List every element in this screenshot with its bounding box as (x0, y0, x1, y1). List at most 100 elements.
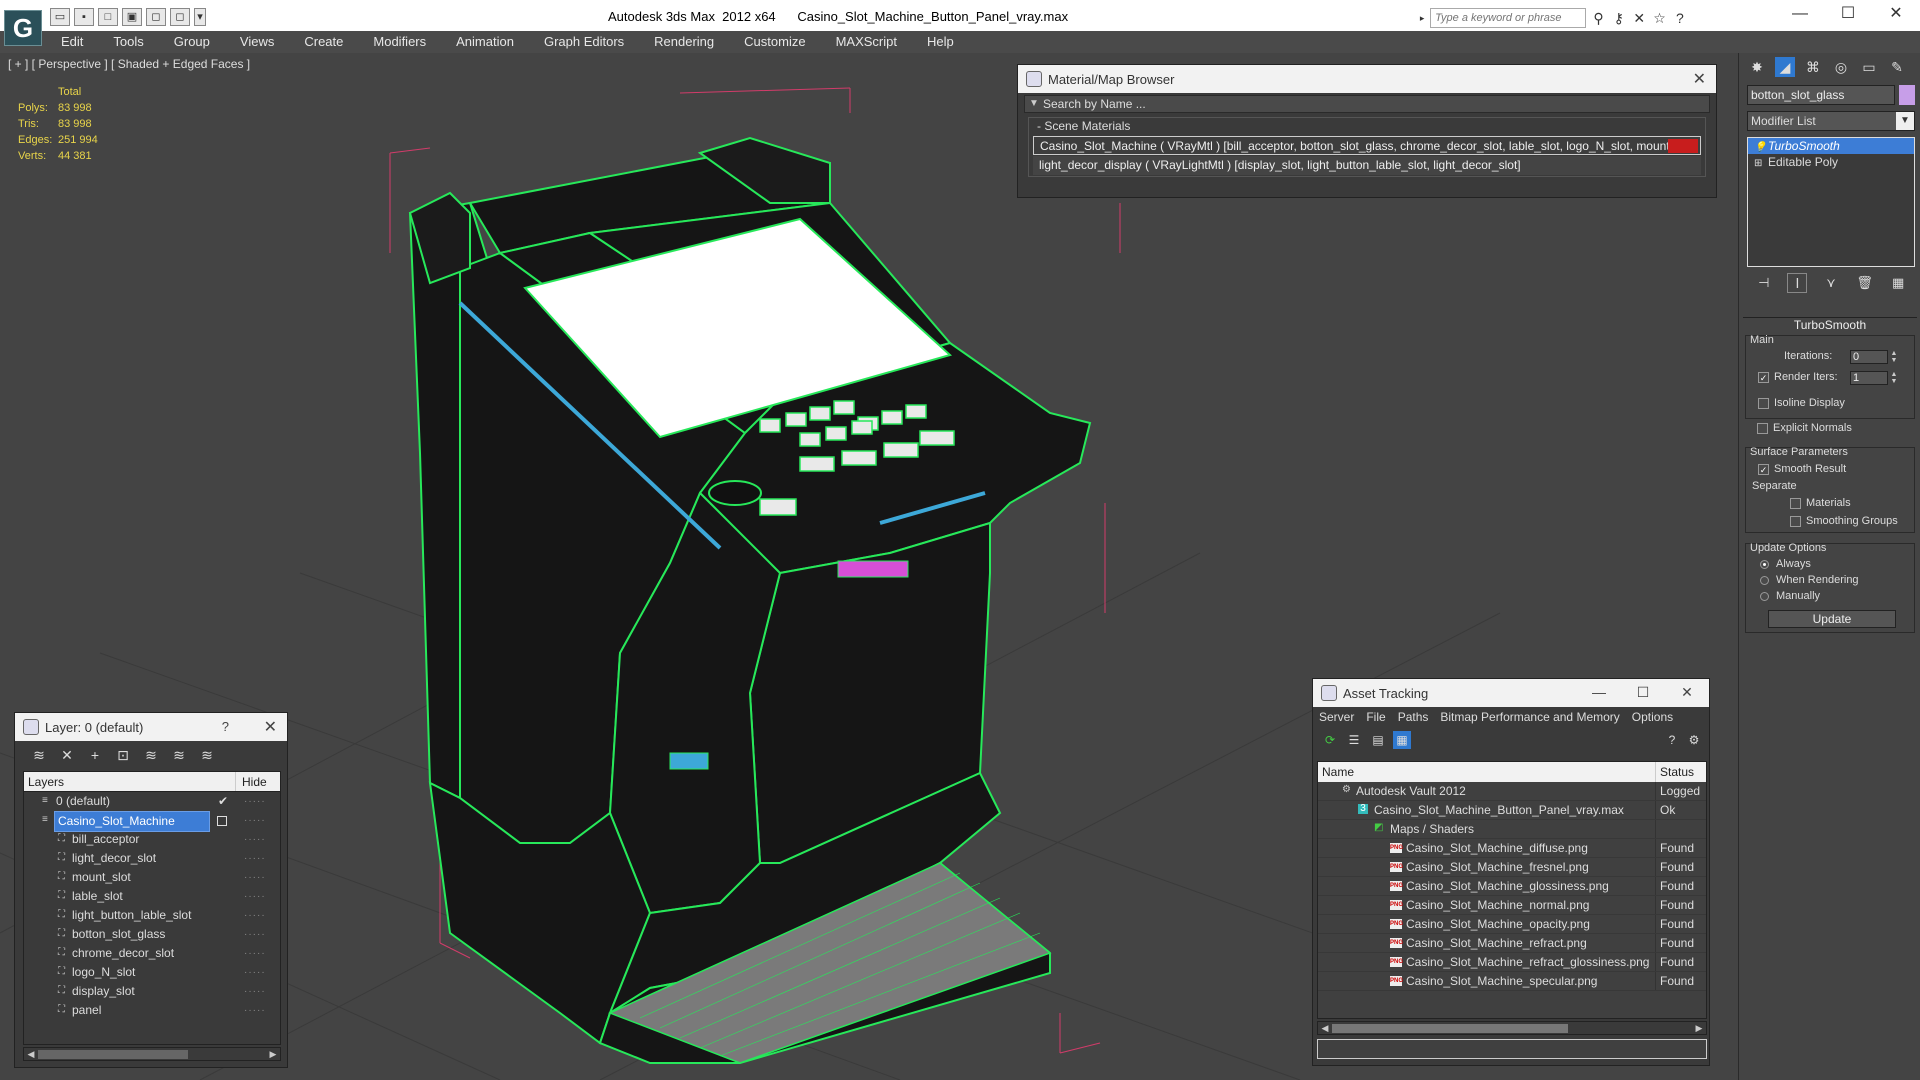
hide-toggle[interactable]: ····· (244, 982, 266, 1001)
stack-item-editable-poly[interactable]: ⊞ Editable Poly (1748, 154, 1914, 170)
redo-icon[interactable]: ◻ (170, 8, 190, 26)
modify-tab-icon[interactable]: ◢ (1775, 57, 1795, 77)
thumbnail-view-icon[interactable]: ▤ (1369, 731, 1387, 749)
menu-group[interactable]: Group (159, 31, 225, 53)
pin-stack-icon[interactable]: ⊣ (1754, 273, 1774, 293)
modifier-list-dropdown[interactable]: Modifier List ▼ (1747, 111, 1915, 131)
select-highlighted-icon[interactable]: ⊡ (113, 745, 133, 765)
layer-row[interactable]: ⛶ bill_acceptor ····· (24, 830, 280, 849)
hide-toggle[interactable]: ····· (244, 925, 266, 944)
manually-radio[interactable] (1760, 592, 1769, 601)
asset-row[interactable]: PNG Casino_Slot_Machine_refract.png Found (1318, 934, 1706, 953)
minimize-button[interactable]: — (1776, 0, 1824, 30)
update-button[interactable]: Update (1768, 610, 1896, 628)
scroll-left-icon[interactable]: ◀ (25, 1048, 37, 1060)
material-item[interactable]: light_decor_display ( VRayLightMtl ) [di… (1033, 156, 1701, 175)
key-icon[interactable]: ⚷ (1611, 8, 1627, 28)
new-icon[interactable]: □ (98, 8, 118, 26)
menu-create[interactable]: Create (289, 31, 358, 53)
asset-row[interactable]: PNG Casino_Slot_Machine_refract_glossines… (1318, 953, 1706, 972)
asset-tracking-titlebar[interactable]: Asset Tracking — ☐ ✕ (1313, 679, 1709, 707)
hide-toggle[interactable]: ····· (244, 944, 266, 963)
dropdown-arrow-icon[interactable]: ▾ (194, 8, 206, 26)
delete-layer-icon[interactable]: ✕ (57, 745, 77, 765)
table-view-icon[interactable]: ▦ (1393, 731, 1411, 749)
current-layer-check-icon[interactable]: ✔ (218, 792, 228, 811)
layer-row[interactable]: ⛶ light_button_lable_slot ····· (24, 906, 280, 925)
asset-row[interactable]: PNG Casino_Slot_Machine_normal.png Found (1318, 896, 1706, 915)
star-icon[interactable]: ☆ (1651, 8, 1667, 28)
scene-materials-header[interactable]: - Scene Materials (1029, 118, 1705, 135)
asset-menu-paths[interactable]: Paths (1398, 707, 1429, 727)
viewport-label[interactable]: [ + ] [ Perspective ] [ Shaded + Edged F… (8, 57, 250, 71)
remove-modifier-icon[interactable]: 🗑 (1855, 273, 1875, 293)
binoculars-icon[interactable]: ⚲ (1590, 8, 1606, 28)
menu-help[interactable]: Help (912, 31, 969, 53)
maximize-button[interactable]: ☐ (1621, 679, 1665, 707)
asset-row[interactable]: PNG Casino_Slot_Machine_glossiness.png Fo… (1318, 877, 1706, 896)
hide-toggle[interactable]: ····· (244, 887, 266, 906)
layer-row[interactable]: ⛶ botton_slot_glass ····· (24, 925, 280, 944)
asset-row[interactable]: 3 Casino_Slot_Machine_Button_Panel_vray.m… (1318, 801, 1706, 820)
show-end-result-icon[interactable]: Ⅰ (1787, 273, 1808, 293)
open-icon[interactable]: ▭ (50, 8, 70, 26)
hide-toggle[interactable]: ····· (244, 792, 266, 811)
app-logo-button[interactable]: G (4, 10, 42, 46)
materials-checkbox[interactable] (1790, 498, 1801, 509)
render-iters-spin-arrows-icon[interactable]: ▲ ▼ (1890, 371, 1898, 385)
asset-row[interactable]: ◩ Maps / Shaders (1318, 820, 1706, 839)
layer-row[interactable]: ≡ Casino_Slot_Machine ····· (24, 811, 280, 832)
help-icon[interactable]: ? (1663, 731, 1681, 749)
close-button[interactable]: ✕ (1872, 0, 1920, 30)
scroll-right-icon[interactable]: ▶ (267, 1048, 279, 1060)
explicit-normals-checkbox[interactable] (1757, 423, 1768, 434)
menu-graph-editors[interactable]: Graph Editors (529, 31, 639, 53)
menu-tools[interactable]: Tools (98, 31, 158, 53)
make-unique-icon[interactable]: ⋎ (1821, 273, 1841, 293)
freeze-unfreeze-icon[interactable]: ≋ (197, 745, 217, 765)
layer-row[interactable]: ⛶ logo_N_slot ····· (24, 963, 280, 982)
minimize-button[interactable]: — (1577, 679, 1621, 707)
hide-toggle[interactable]: ····· (244, 868, 266, 887)
smoothing-groups-checkbox[interactable] (1790, 516, 1801, 527)
material-item[interactable]: Casino_Slot_Machine ( VRayMtl ) [bill_ac… (1033, 136, 1701, 155)
help-icon[interactable]: ? (1672, 8, 1688, 28)
isoline-display-checkbox[interactable] (1758, 398, 1769, 409)
object-color-swatch[interactable] (1899, 85, 1915, 105)
menu-modifiers[interactable]: Modifiers (358, 31, 441, 53)
status-column-header[interactable]: Status (1656, 762, 1706, 782)
menu-views[interactable]: Views (225, 31, 289, 53)
list-view-icon[interactable]: ☰ (1345, 731, 1363, 749)
layer-stack-icon[interactable]: ≋ (29, 745, 49, 765)
hide-toggle[interactable]: ····· (244, 830, 266, 849)
expand-plus-icon[interactable]: ⊞ (1754, 156, 1762, 172)
hide-column-header[interactable]: Hide (236, 772, 280, 791)
scrollbar-thumb[interactable] (1332, 1024, 1568, 1033)
iterations-spinner[interactable]: 0 (1850, 350, 1888, 364)
asset-row[interactable]: ⚙ Autodesk Vault 2012 Logged (1318, 782, 1706, 801)
create-tab-icon[interactable]: ✸ (1747, 57, 1767, 77)
undo-icon[interactable]: ◻ (146, 8, 166, 26)
set-current-box-icon[interactable] (217, 816, 227, 826)
expand-arrow-icon[interactable]: ▸ (1418, 8, 1426, 28)
scroll-right-icon[interactable]: ▶ (1693, 1022, 1705, 1034)
asset-row[interactable]: PNG Casino_Slot_Machine_opacity.png Found (1318, 915, 1706, 934)
help-icon[interactable]: ? (222, 719, 229, 734)
settings-icon[interactable]: ⚙ (1685, 731, 1703, 749)
menu-edit[interactable]: Edit (46, 31, 98, 53)
hide-toggle[interactable]: ····· (244, 963, 266, 982)
hide-toggle[interactable]: ····· (244, 849, 266, 868)
object-name-field[interactable] (1747, 85, 1895, 105)
layer-manager-close-icon[interactable]: ✕ (264, 717, 277, 737)
search-input[interactable] (1430, 8, 1587, 28)
hold-icon[interactable]: ▣ (122, 8, 142, 26)
asset-menu-file[interactable]: File (1366, 707, 1385, 727)
asset-row[interactable]: PNG Casino_Slot_Machine_diffuse.png Found (1318, 839, 1706, 858)
menu-animation[interactable]: Animation (441, 31, 529, 53)
asset-menu-bitmap-performance[interactable]: Bitmap Performance and Memory (1440, 707, 1619, 727)
hierarchy-tab-icon[interactable]: ⌘ (1803, 57, 1823, 77)
scroll-left-icon[interactable]: ◀ (1319, 1022, 1331, 1034)
layer-row[interactable]: ⛶ chrome_decor_slot ····· (24, 944, 280, 963)
asset-menu-options[interactable]: Options (1632, 707, 1673, 727)
smooth-result-checkbox[interactable]: ✓ (1758, 464, 1769, 475)
